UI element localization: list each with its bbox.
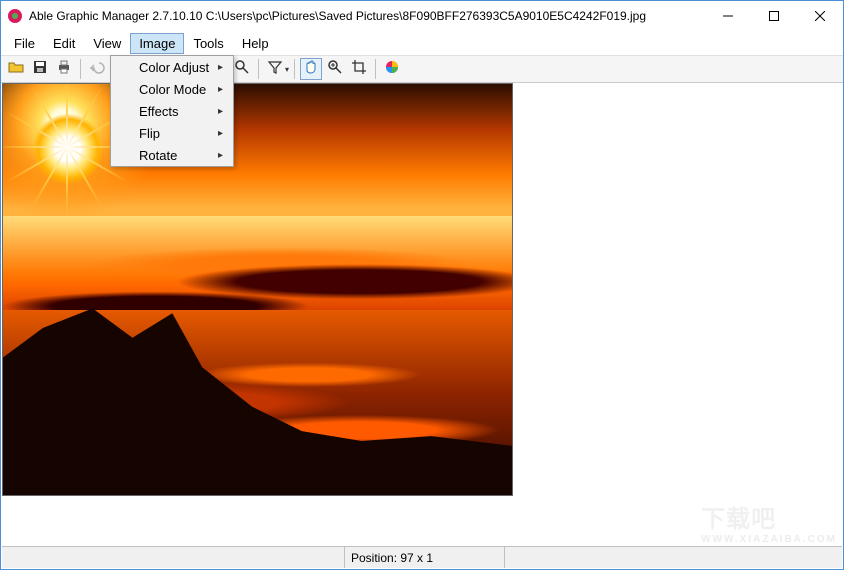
status-position-value: 97 x 1 bbox=[400, 551, 433, 565]
maximize-button[interactable] bbox=[751, 1, 797, 31]
chevron-right-icon: ▸ bbox=[218, 62, 223, 73]
menu-item-label: Color Mode bbox=[139, 82, 206, 97]
chevron-down-icon[interactable]: ▾ bbox=[285, 65, 289, 74]
toolbar-separator bbox=[375, 59, 376, 79]
status-cell-left bbox=[2, 547, 344, 568]
hand-tool-button[interactable] bbox=[300, 58, 322, 80]
image-content-mountains bbox=[3, 269, 512, 495]
save-icon bbox=[32, 59, 48, 80]
chevron-right-icon: ▸ bbox=[218, 106, 223, 117]
menu-help[interactable]: Help bbox=[233, 33, 278, 54]
print-button[interactable] bbox=[53, 58, 75, 80]
menu-item-label: Color Adjust bbox=[139, 60, 209, 75]
sun-ray bbox=[2, 146, 67, 148]
menu-item-flip[interactable]: Flip ▸ bbox=[111, 122, 233, 144]
hand-icon bbox=[303, 59, 319, 80]
image-view[interactable] bbox=[2, 83, 513, 496]
save-button[interactable] bbox=[29, 58, 51, 80]
open-button[interactable] bbox=[5, 58, 27, 80]
window-controls bbox=[705, 1, 843, 31]
status-position-label: Position: bbox=[351, 551, 397, 565]
crop-icon bbox=[351, 59, 367, 80]
menu-item-rotate[interactable]: Rotate ▸ bbox=[111, 144, 233, 166]
open-icon bbox=[8, 59, 24, 80]
menu-view[interactable]: View bbox=[84, 33, 130, 54]
menu-image[interactable]: Image bbox=[130, 33, 184, 54]
app-icon bbox=[7, 8, 23, 24]
close-button[interactable] bbox=[797, 1, 843, 31]
menu-item-label: Flip bbox=[139, 126, 160, 141]
toolbar-separator bbox=[80, 59, 81, 79]
zoom-in-button[interactable] bbox=[324, 58, 346, 80]
status-bar: Position: 97 x 1 bbox=[2, 546, 842, 568]
status-position: Position: 97 x 1 bbox=[344, 547, 504, 568]
menu-file[interactable]: File bbox=[5, 33, 44, 54]
chevron-right-icon: ▸ bbox=[218, 84, 223, 95]
menu-bar: File Edit View Image Tools Help bbox=[1, 31, 843, 55]
color-wheel-button[interactable] bbox=[381, 58, 403, 80]
zoom-tool-button[interactable] bbox=[231, 58, 253, 80]
title-bar: Able Graphic Manager 2.7.10.10 C:\Users\… bbox=[1, 1, 843, 31]
sun-ray bbox=[66, 83, 68, 147]
menu-edit[interactable]: Edit bbox=[44, 33, 84, 54]
filter-button[interactable] bbox=[264, 58, 286, 80]
sun-ray bbox=[66, 147, 68, 217]
toolbar-separator bbox=[258, 59, 259, 79]
menu-item-color-adjust[interactable]: Color Adjust ▸ bbox=[111, 56, 233, 78]
chevron-right-icon: ▸ bbox=[218, 150, 223, 161]
print-icon bbox=[56, 59, 72, 80]
menu-item-label: Effects bbox=[139, 104, 179, 119]
menu-tools[interactable]: Tools bbox=[184, 33, 232, 54]
minimize-button[interactable] bbox=[705, 1, 751, 31]
undo-icon bbox=[89, 59, 105, 80]
image-menu-dropdown: Color Adjust ▸ Color Mode ▸ Effects ▸ Flip ▸… bbox=[110, 55, 234, 167]
menu-item-effects[interactable]: Effects ▸ bbox=[111, 100, 233, 122]
menu-item-label: Rotate bbox=[139, 148, 177, 163]
magnifier-plus-icon bbox=[327, 59, 343, 80]
chevron-right-icon: ▸ bbox=[218, 128, 223, 139]
filter-icon bbox=[267, 59, 283, 80]
color-wheel-icon bbox=[384, 59, 400, 80]
undo-button[interactable] bbox=[86, 58, 108, 80]
status-cell-right bbox=[504, 547, 842, 568]
toolbar-separator bbox=[294, 59, 295, 79]
window-title: Able Graphic Manager 2.7.10.10 C:\Users\… bbox=[29, 9, 705, 23]
magnifier-icon bbox=[234, 59, 250, 80]
crop-button[interactable] bbox=[348, 58, 370, 80]
menu-item-color-mode[interactable]: Color Mode ▸ bbox=[111, 78, 233, 100]
